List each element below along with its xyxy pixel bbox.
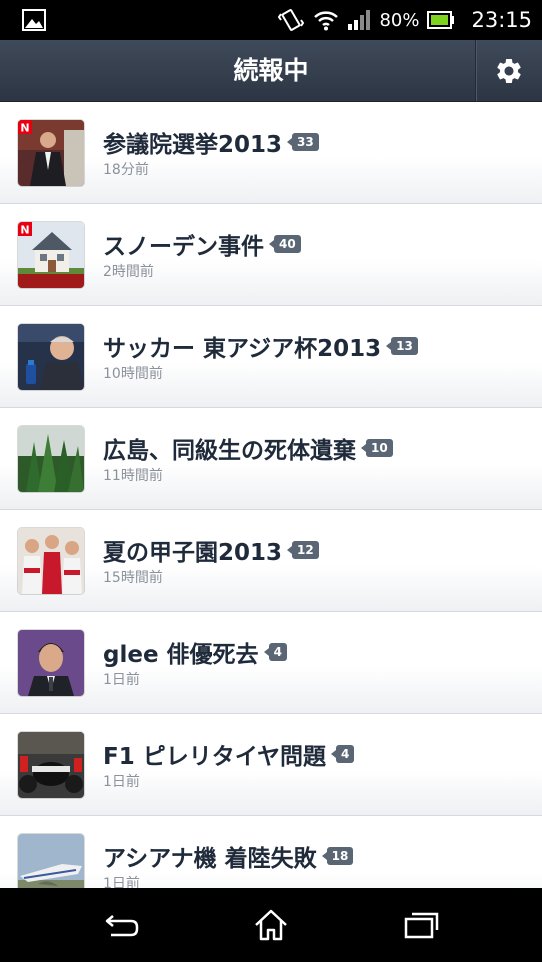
home-button[interactable] <box>221 888 321 962</box>
list-item[interactable]: アシアナ機 着陸失敗 18 1日前 <box>0 816 542 888</box>
battery-icon <box>427 11 455 29</box>
count-badge: 33 <box>287 133 319 151</box>
vibrate-icon <box>278 9 305 31</box>
recents-button[interactable] <box>371 888 471 962</box>
thumbnail-image <box>18 630 84 696</box>
home-icon <box>255 909 287 941</box>
count-badge: 4 <box>263 643 287 661</box>
list-item[interactable]: 広島、同級生の死体遺棄 10 11時間前 <box>0 408 542 510</box>
item-title: 参議院選挙2013 <box>103 132 283 158</box>
item-title: 夏の甲子園2013 <box>103 540 283 566</box>
count-badge: 40 <box>269 235 301 253</box>
wifi-icon <box>314 11 339 31</box>
list-item[interactable]: F1 ピレリタイヤ問題 4 1日前 <box>0 714 542 816</box>
count-badge: 18 <box>321 847 354 865</box>
item-title: glee 俳優死去 <box>103 642 259 668</box>
system-nav-bar <box>0 888 542 962</box>
item-timestamp: 1日前 <box>103 876 140 888</box>
count-badge: 12 <box>287 541 319 559</box>
app-header: 続報中 <box>0 40 542 102</box>
thumbnail-image: N <box>18 222 84 288</box>
item-title: F1 ピレリタイヤ問題 <box>103 744 327 770</box>
count-badge: 4 <box>330 745 355 763</box>
status-icons: 80% 23:15 <box>277 0 532 40</box>
battery-percent: 80% <box>379 9 420 31</box>
list-item[interactable]: N 参議院選挙2013 33 18分前 <box>0 102 542 204</box>
item-title: サッカー 東アジア杯2013 <box>103 336 382 362</box>
thumbnail-image <box>18 426 84 492</box>
thumbnail-image <box>18 834 84 888</box>
item-timestamp: 2時間前 <box>103 264 154 280</box>
thumbnail-image <box>18 528 84 594</box>
status-bar: 80% 23:15 <box>0 0 542 40</box>
item-timestamp: 1日前 <box>103 672 140 688</box>
svg-text:N: N <box>20 122 29 135</box>
item-timestamp: 11時間前 <box>103 468 163 484</box>
gallery-notification-icon <box>22 9 46 31</box>
item-title: スノーデン事件 <box>103 234 264 260</box>
clock: 23:15 <box>471 8 532 32</box>
news-list: N 参議院選挙2013 33 18分前 N スノーデン事件 40 2時間前 サッ… <box>0 102 542 888</box>
gear-icon <box>497 58 521 83</box>
item-timestamp: 15時間前 <box>103 570 163 586</box>
thumbnail-image <box>18 324 84 390</box>
thumbnail-image: N <box>18 120 84 186</box>
thumbnail-image <box>18 732 84 798</box>
item-title: 広島、同級生の死体遺棄 <box>103 438 356 464</box>
page-title: 続報中 <box>233 56 309 85</box>
list-item[interactable]: N スノーデン事件 40 2時間前 <box>0 204 542 306</box>
recents-icon <box>404 912 439 939</box>
signal-icon <box>348 10 371 30</box>
back-button[interactable] <box>72 888 172 962</box>
item-timestamp: 18分前 <box>103 162 149 178</box>
count-badge: 13 <box>386 337 418 355</box>
back-icon <box>105 915 139 937</box>
item-timestamp: 10時間前 <box>103 366 163 382</box>
list-item[interactable]: 夏の甲子園2013 12 15時間前 <box>0 510 542 612</box>
item-timestamp: 1日前 <box>103 774 140 790</box>
settings-button[interactable] <box>475 40 542 101</box>
item-title: アシアナ機 着陸失敗 <box>103 846 317 872</box>
list-item[interactable]: サッカー 東アジア杯2013 13 10時間前 <box>0 306 542 408</box>
count-badge: 10 <box>361 439 393 457</box>
svg-text:N: N <box>20 224 29 237</box>
list-item[interactable]: glee 俳優死去 4 1日前 <box>0 612 542 714</box>
